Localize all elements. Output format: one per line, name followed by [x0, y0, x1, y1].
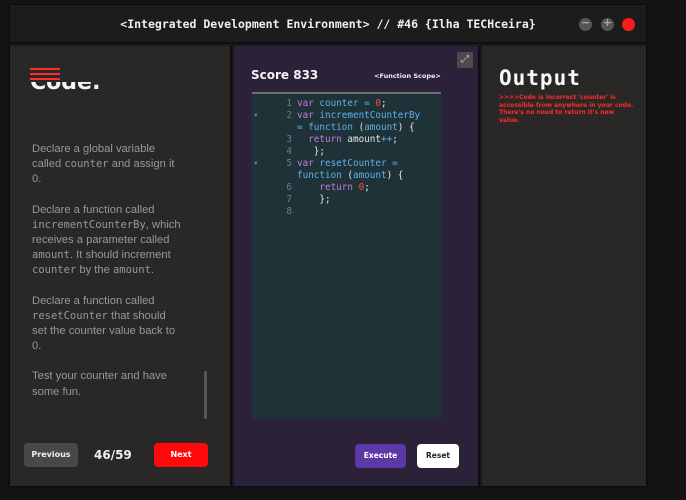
maximize-icon: + [602, 16, 613, 29]
previous-button[interactable]: Previous [24, 443, 78, 467]
inline-code: amount [32, 249, 70, 262]
output-panel: Output >>>>Code is incorrect 'counter' i… [482, 46, 646, 486]
code-line: ▼ 2 var incrementCounterBy [252, 110, 441, 122]
ide-window: <Integrated Development Environment> // … [9, 4, 647, 487]
hamburger-menu-icon[interactable] [30, 68, 60, 80]
code-line: ▼ 5 var resetCounter = [252, 158, 441, 170]
code-line: 8 [252, 206, 441, 218]
inline-code: resetCounter [32, 309, 108, 322]
instruction-text: Declare a function called [32, 294, 155, 307]
instruction-text: . It should increment [69, 249, 171, 262]
code-line: 7 }; [252, 194, 441, 206]
instruction-text: . [150, 264, 155, 277]
window-title: <Integrated Development Environment> // … [120, 17, 536, 31]
code-line: 3 return amount++; [252, 134, 441, 146]
score-label: Score 833 [251, 68, 319, 82]
code-line: = function (amount) { [252, 122, 441, 134]
code-text: }; [297, 146, 325, 157]
inline-code: counter [64, 158, 109, 171]
code-text: var counter = 0; [297, 98, 387, 109]
next-button[interactable]: Next [154, 443, 208, 467]
code-text: var resetCounter = [297, 158, 398, 169]
code-text: = function (amount) { [297, 122, 415, 133]
instruction-text: by the [76, 264, 113, 277]
code-text: return 0; [319, 182, 370, 193]
code-text: function (amount) { [297, 170, 404, 181]
close-button[interactable] [622, 18, 635, 31]
scope-label: <Function Scope> [374, 72, 441, 80]
line-number: 2 [286, 110, 292, 121]
code-line: 6 return 0; [252, 182, 441, 194]
line-number: 1 [286, 98, 292, 109]
execute-button[interactable]: Execute [355, 444, 406, 468]
line-number: 4 [286, 146, 292, 157]
instruction-paragraph: Declare a function called resetCounter t… [32, 294, 182, 355]
line-number: 5 [286, 158, 292, 169]
fold-toggle-icon[interactable]: ▼ [254, 110, 258, 122]
minimize-icon: − [580, 16, 591, 29]
line-number: 3 [286, 134, 292, 145]
line-number: 8 [286, 206, 292, 217]
maximize-button[interactable]: + [601, 16, 614, 31]
scrollbar[interactable] [204, 371, 207, 419]
code-line: 1 var counter = 0; [252, 98, 441, 110]
instruction-paragraph: Declare a function called incrementCount… [32, 203, 182, 279]
code-editor[interactable]: 1 var counter = 0; ▼ 2 var incrementCounterB… [252, 92, 441, 419]
editor-panel: ⤢ Score 833 <Function Scope> 1 var counte… [234, 46, 480, 486]
fold-toggle-icon[interactable]: ▼ [254, 158, 258, 170]
inline-code: amount [112, 264, 151, 277]
exercise-counter: 46/59 [94, 448, 132, 462]
code-text: var incrementCounterBy [297, 110, 421, 121]
instruction-paragraph: Declare a global variable called counter… [32, 142, 182, 188]
inline-code: incrementCounterBy [32, 218, 146, 231]
instructions-text: Declare a global variable called counter… [32, 142, 182, 415]
instructions-panel: Code: Declare a global variable called c… [10, 46, 232, 486]
reset-button[interactable]: Reset [417, 444, 459, 468]
instruction-text: Declare a function called [32, 203, 155, 216]
code-text: return amount++; [308, 134, 398, 145]
code-line: 4 }; [252, 146, 441, 158]
instruction-text: Test your counter and have some fun. [32, 370, 167, 398]
instruction-paragraph: Test your counter and have some fun. [32, 369, 182, 399]
inline-code: counter [32, 264, 77, 277]
line-number: 6 [286, 182, 292, 193]
title-bar: <Integrated Development Environment> // … [10, 5, 646, 44]
code-heading: Code: [30, 82, 101, 95]
expand-icon[interactable]: ⤢ [457, 52, 473, 68]
code-text: }; [297, 194, 331, 205]
code-line: function (amount) { [252, 170, 441, 182]
minimize-button[interactable]: − [579, 16, 592, 31]
output-title: Output [499, 66, 581, 90]
line-number: 7 [286, 194, 292, 205]
output-message: >>>>Code is incorrect 'counter' is acces… [499, 94, 634, 124]
